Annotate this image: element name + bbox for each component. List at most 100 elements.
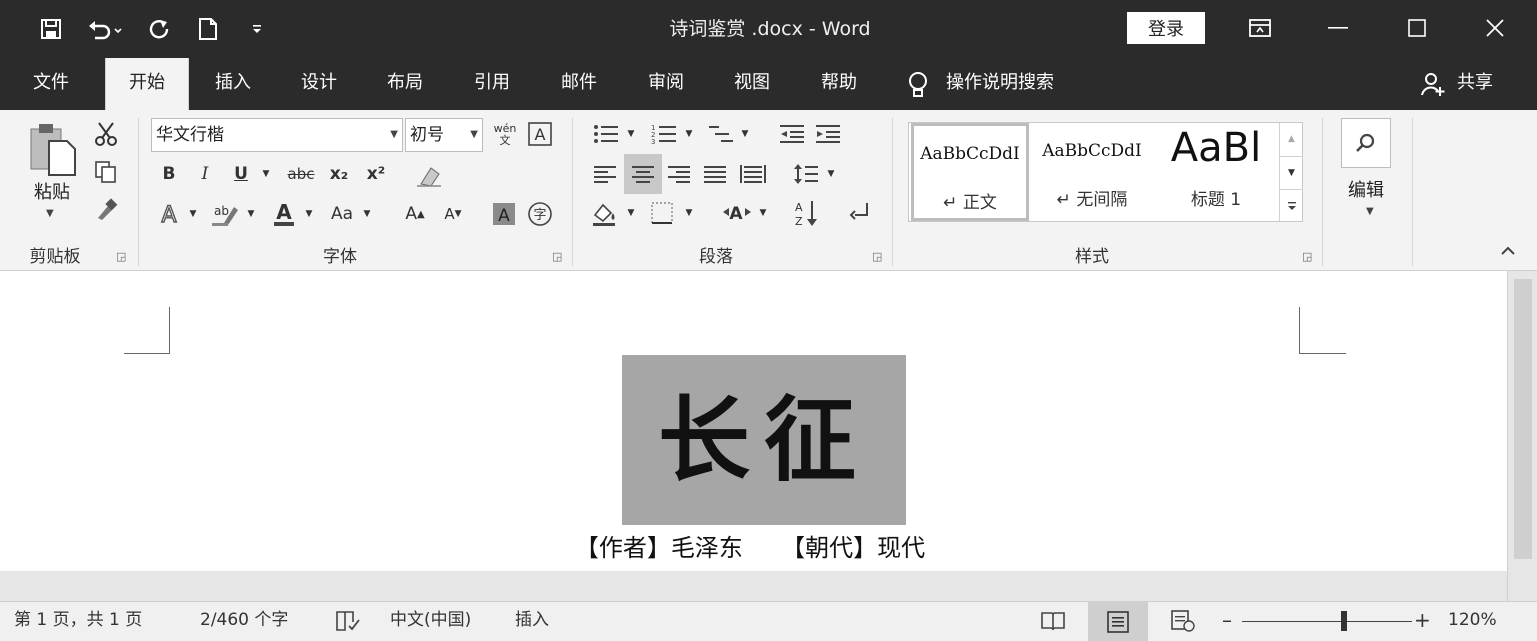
font-color-icon[interactable]: A [268,198,300,230]
style-no-spacing[interactable]: AaBbCcDdI ↵ 无间隔 [1033,123,1151,221]
zoom-slider-track[interactable] [1242,621,1412,622]
redo-icon[interactable] [143,14,175,44]
ribbon-display-options-icon[interactable] [1240,10,1280,46]
paste-icon[interactable] [24,120,80,178]
share-icon[interactable] [1420,71,1446,101]
show-formatting-marks-icon[interactable] [846,196,874,230]
numbering-icon[interactable]: 123 [648,120,680,148]
maximize-icon[interactable] [1397,10,1437,46]
font-size-combobox[interactable]: 初号 ▼ [405,118,483,152]
zoom-in-button[interactable]: + [1414,602,1431,641]
clipboard-dialog-launcher-icon[interactable]: ◲ [116,250,126,263]
strikethrough-button[interactable]: abc [283,160,319,188]
print-layout-icon[interactable] [1088,602,1148,641]
align-left-icon[interactable] [590,158,620,190]
poem-title-box[interactable]: 长征 [622,355,906,525]
text-effects-icon[interactable]: A [154,198,184,230]
zoom-out-button[interactable]: – [1222,602,1232,641]
undo-icon[interactable] [82,14,128,44]
increase-indent-icon[interactable] [812,120,844,148]
paste-label[interactable]: 粘贴 [26,178,78,204]
shrink-font-button[interactable]: A ▼ [438,198,468,230]
paragraph-dialog-launcher-icon[interactable]: ◲ [872,250,882,263]
multilevel-list-icon[interactable] [704,120,738,148]
tab-help[interactable]: 帮助 [806,58,872,110]
read-mode-icon[interactable] [1040,610,1066,636]
save-icon[interactable] [34,14,68,44]
bullets-icon[interactable] [590,120,622,148]
web-layout-icon[interactable] [1170,610,1196,636]
language-indicator[interactable]: 中文(中国) [390,602,471,641]
enclose-characters-icon[interactable]: 字 [526,198,554,230]
insert-mode-indicator[interactable]: 插入 [515,602,549,641]
align-right-icon[interactable] [664,158,694,190]
chevron-down-icon[interactable]: ▼ [756,196,770,230]
page-count[interactable]: 第 1 页，共 1 页 [14,602,142,641]
copy-icon[interactable] [90,156,122,188]
tab-view[interactable]: 视图 [719,58,785,110]
minimize-icon[interactable] [1318,10,1358,46]
borders-icon[interactable] [646,196,678,230]
font-name-combobox[interactable]: 华文行楷 ▼ [151,118,403,152]
proofing-icon[interactable] [335,610,361,636]
zoom-level[interactable]: 120% [1448,602,1497,641]
share-label[interactable]: 共享 [1450,58,1500,110]
search-icon[interactable] [1341,118,1391,168]
phonetic-guide-icon[interactable]: wén 文 [488,118,522,152]
styles-dialog-launcher-icon[interactable]: ◲ [1302,250,1312,263]
decrease-indent-icon[interactable] [776,120,808,148]
chevron-down-icon[interactable]: ▼ [824,158,838,190]
tab-layout[interactable]: 布局 [372,58,438,110]
chevron-down-icon[interactable]: ▼ [244,198,258,230]
change-case-button[interactable]: Aa [324,198,360,230]
superscript-button[interactable]: x² [362,160,390,188]
collapse-ribbon-icon[interactable] [1500,244,1516,260]
subscript-button[interactable]: x₂ [325,160,353,188]
highlight-color-icon[interactable]: ab [208,198,242,230]
author-dynasty-line[interactable]: 【作者】毛泽东 【朝代】现代 [500,528,1000,563]
chevron-down-icon[interactable]: ▼ [682,196,696,230]
chevron-down-icon[interactable]: ▼ [624,120,638,148]
word-count[interactable]: 2/460 个字 [200,602,288,641]
paste-dropdown-icon[interactable]: ▼ [46,208,54,219]
style-heading-1[interactable]: AaBl 标题 1 [1155,123,1277,221]
more-styles-icon[interactable] [1280,189,1303,222]
distributed-align-icon[interactable] [736,158,770,190]
chevron-down-icon[interactable]: ▼ [390,119,398,151]
tab-design[interactable]: 设计 [286,58,352,110]
tab-file[interactable]: 文件 [18,58,84,110]
justify-icon[interactable] [700,158,730,190]
chevron-down-icon[interactable]: ▼ [302,198,316,230]
vertical-scrollbar[interactable] [1507,271,1537,601]
chevron-down-icon[interactable]: ▼ [186,198,200,230]
chinese-layout-icon[interactable]: A [718,196,756,230]
customize-quick-access-icon[interactable] [245,14,269,44]
new-document-icon[interactable] [194,14,222,44]
tab-references[interactable]: 引用 [459,58,525,110]
character-border-icon[interactable]: A [526,120,554,148]
tab-home[interactable]: 开始 [105,58,189,110]
editing-dropdown-icon[interactable]: ▼ [1366,206,1374,217]
bold-button[interactable]: B [156,160,182,188]
tab-mailings[interactable]: 邮件 [546,58,612,110]
editing-label[interactable]: 编辑 [1336,176,1396,202]
chevron-down-icon[interactable]: ▼ [360,198,374,230]
tab-insert[interactable]: 插入 [200,58,266,110]
chevron-down-icon[interactable]: ▼ [1280,156,1303,189]
grow-font-button[interactable]: A ▲ [400,198,430,230]
sort-icon[interactable]: AZ [790,196,822,230]
lightbulb-icon[interactable] [906,71,930,103]
chevron-down-icon[interactable]: ▼ [682,120,696,148]
chevron-up-icon[interactable]: ▲ [1280,123,1303,155]
italic-button[interactable]: I [192,160,218,188]
style-normal[interactable]: AaBbCcDdI ↵ 正文 [911,123,1029,221]
line-spacing-icon[interactable] [790,158,822,190]
underline-dropdown-icon[interactable]: ▼ [258,160,274,188]
chevron-down-icon[interactable]: ▼ [738,120,752,148]
underline-button[interactable]: U [228,160,254,188]
font-dialog-launcher-icon[interactable]: ◲ [552,250,562,263]
format-painter-icon[interactable] [90,194,122,226]
chevron-down-icon[interactable]: ▼ [624,196,638,230]
shading-icon[interactable] [588,196,622,230]
chevron-down-icon[interactable]: ▼ [470,119,478,151]
